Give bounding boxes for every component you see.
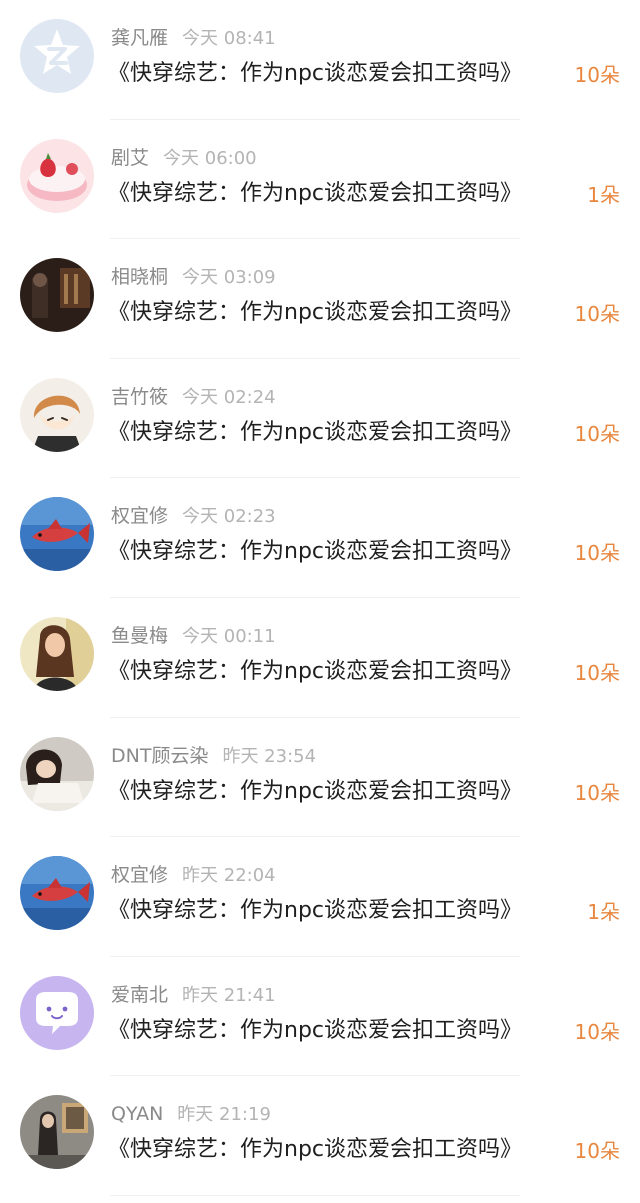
book-title: 《快穿综艺：作为npc谈恋爱会扣工资吗》 [108,898,523,924]
user-name[interactable]: 爱南北 [111,984,168,1006]
gift-record-list: 龚凡雁 今天 08:41 《快穿综艺：作为npc谈恋爱会扣工资吗》 10朵 剧艾今… [0,0,640,1196]
timestamp: 今天 03:09 [182,267,276,289]
book-title: 《快穿综艺：作为npc谈恋爱会扣工资吗》 [108,419,523,445]
avatar[interactable] [20,617,94,691]
user-name[interactable]: 剧艾 [111,147,149,169]
item-meta: 权宜修 昨天 22:04 [111,862,276,888]
book-title: 《快穿综艺：作为npc谈恋爱会扣工资吗》 [108,180,523,206]
list-item[interactable]: 爱南北 昨天 21:41 《快穿综艺：作为npc谈恋爱会扣工资吗》 10朵 [0,957,640,1077]
avatar[interactable] [20,497,94,571]
chat-bubble-icon [20,976,94,1050]
book-title: 《快穿综艺：作为npc谈恋爱会扣工资吗》 [108,300,523,326]
user-name[interactable]: 鱼曼梅 [111,625,168,647]
avatar[interactable] [20,378,94,452]
list-item[interactable]: DNT顾云染 昨天 23:54 《快穿综艺：作为npc谈恋爱会扣工资吗》 10朵 [0,718,640,838]
item-meta: 吉竹筱 今天 02:24 [111,384,276,410]
timestamp: 今天 06:00 [163,147,257,169]
avatar[interactable] [20,976,94,1050]
list-item[interactable]: 剧艾 今天 06:00 《快穿综艺：作为npc谈恋爱会扣工资吗》 1朵 [0,120,640,240]
list-item[interactable]: 相晓桐 今天 03:09 《快穿综艺：作为npc谈恋爱会扣工资吗》 10朵 [0,239,640,359]
flower-count: 10朵 [574,63,620,87]
list-item[interactable]: 吉竹筱 今天 02:24 《快穿综艺：作为npc谈恋爱会扣工资吗》 10朵 [0,359,640,479]
avatar[interactable] [20,258,94,332]
figure-in-room-photo [20,1095,94,1169]
timestamp: 今天 00:11 [182,625,276,647]
user-name[interactable]: QYAN [111,1103,163,1125]
girl-portrait-photo [20,617,94,691]
divider [110,1194,520,1196]
flower-count: 10朵 [574,1139,620,1164]
avatar[interactable] [20,139,94,213]
item-meta: DNT顾云染 昨天 23:54 [111,743,316,769]
flower-count: 10朵 [574,1019,620,1044]
timestamp: 昨天 22:04 [182,865,276,887]
user-name[interactable]: 相晓桐 [111,266,168,288]
flower-count: 10朵 [574,780,620,805]
timestamp: 今天 02:23 [182,506,276,528]
user-name[interactable]: 吉竹筱 [111,386,168,408]
red-fish-photo [20,497,94,571]
item-meta: 权宜修 今天 02:23 [111,503,276,529]
list-item[interactable]: 权宜修 今天 02:23 《快穿综艺：作为npc谈恋爱会扣工资吗》 10朵 [0,478,640,598]
book-title: 《快穿综艺：作为npc谈恋爱会扣工资吗》 [108,61,523,86]
red-fish-photo [20,856,94,930]
avatar[interactable] [20,856,94,930]
flower-count: 1朵 [587,182,620,207]
list-item[interactable]: 权宜修 昨天 22:04 《快穿综艺：作为npc谈恋爱会扣工资吗》 1朵 [0,837,640,957]
item-meta: 鱼曼梅 今天 00:11 [111,623,276,649]
list-item[interactable]: 鱼曼梅 今天 00:11 《快穿综艺：作为npc谈恋爱会扣工资吗》 10朵 [0,598,640,718]
flower-count: 10朵 [574,660,620,685]
girl-sleeping-photo [20,737,94,811]
default-z-icon [20,19,94,93]
list-item[interactable]: QYAN 昨天 21:19 《快穿综艺：作为npc谈恋爱会扣工资吗》 10朵 [0,1076,640,1196]
item-meta: 爱南北 昨天 21:41 [111,982,276,1008]
timestamp: 昨天 23:54 [222,745,317,767]
anime-character-illustration [20,378,94,452]
item-meta: 龚凡雁 今天 08:41 [111,25,276,51]
flower-count: 10朵 [574,302,620,327]
book-title: 《快穿综艺：作为npc谈恋爱会扣工资吗》 [108,1017,523,1043]
flower-count: 10朵 [574,421,620,446]
user-name[interactable]: 权宜修 [111,864,168,886]
list-item[interactable]: 龚凡雁 今天 08:41 《快穿综艺：作为npc谈恋爱会扣工资吗》 10朵 [0,0,640,120]
book-title: 《快穿综艺：作为npc谈恋爱会扣工资吗》 [108,539,523,565]
book-title: 《快穿综艺：作为npc谈恋爱会扣工资吗》 [108,1137,523,1163]
timestamp: 昨天 21:19 [177,1104,271,1126]
item-meta: 相晓桐 今天 03:09 [111,264,276,290]
timestamp: 今天 02:24 [182,386,276,408]
timestamp: 今天 08:41 [182,28,276,49]
user-name[interactable]: 权宜修 [111,505,168,527]
user-name[interactable]: DNT顾云染 [111,745,208,767]
avatar[interactable] [20,1095,94,1169]
avatar[interactable] [20,19,94,93]
flower-count: 1朵 [587,900,620,925]
item-meta: 剧艾 今天 06:00 [111,145,257,171]
user-name[interactable]: 龚凡雁 [111,27,168,49]
strawberry-cake-photo [20,139,94,213]
timestamp: 昨天 21:41 [182,984,276,1006]
dark-room-photo [20,258,94,332]
book-title: 《快穿综艺：作为npc谈恋爱会扣工资吗》 [108,658,523,684]
flower-count: 10朵 [574,541,620,566]
avatar[interactable] [20,737,94,811]
item-meta: QYAN 昨天 21:19 [111,1101,271,1127]
book-title: 《快穿综艺：作为npc谈恋爱会扣工资吗》 [108,778,523,804]
